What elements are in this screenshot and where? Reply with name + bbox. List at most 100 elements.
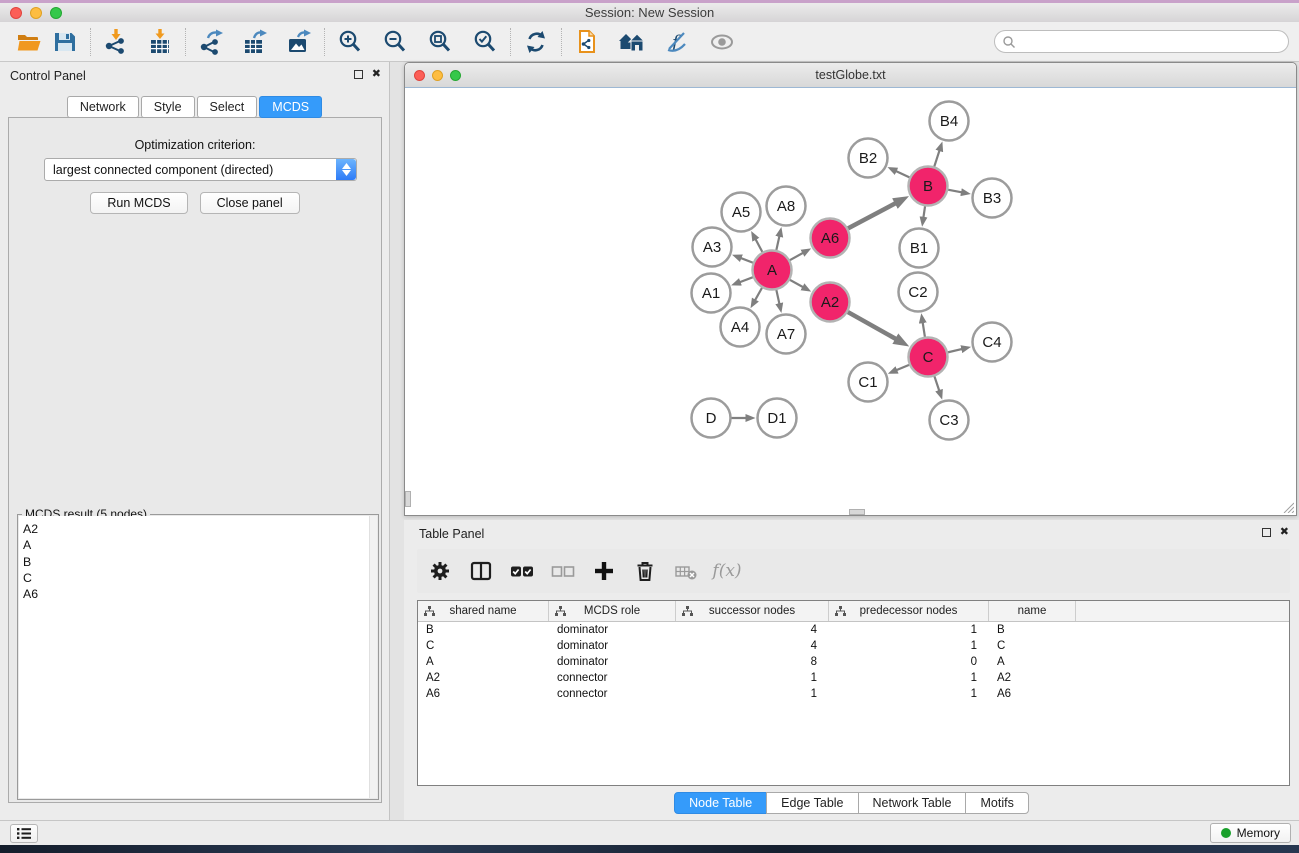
criterion-value: largest connected component (directed) <box>45 163 336 177</box>
save-session-button[interactable] <box>50 27 80 57</box>
graph-edge-A6-B[interactable] <box>845 203 896 230</box>
graph-node-D[interactable]: D <box>692 399 731 438</box>
delete-table-button[interactable] <box>673 558 699 584</box>
table-tab-network-table[interactable]: Network Table <box>858 792 967 814</box>
graph-node-A7[interactable]: A7 <box>767 315 806 354</box>
refresh-button[interactable] <box>521 27 551 57</box>
export-image-icon <box>286 29 312 55</box>
table-tab-motifs[interactable]: Motifs <box>965 792 1028 814</box>
column-header-MCDS-role[interactable]: MCDS role <box>549 601 676 621</box>
tab-mcds[interactable]: MCDS <box>259 96 322 118</box>
search-input[interactable] <box>1016 35 1288 49</box>
graph-node-B1[interactable]: B1 <box>900 229 939 268</box>
criterion-dropdown[interactable]: largest connected component (directed) <box>44 158 357 181</box>
graph-node-C1[interactable]: C1 <box>849 363 888 402</box>
graph-node-C3[interactable]: C3 <box>930 401 969 440</box>
function-builder-button[interactable]: f(x) <box>714 558 740 584</box>
horizontal-scrollbar-thumb[interactable] <box>849 509 865 515</box>
search-box[interactable] <box>994 30 1289 53</box>
tab-style[interactable]: Style <box>141 96 195 118</box>
network-canvas[interactable]: B4 B2 B B3 A8A5 A6 B1 A3 A C2 A1 A2 A4A7 C4 C C1 C3 D D1 <box>405 89 1296 515</box>
mcds-result-item[interactable]: A2 <box>23 521 38 537</box>
graph-node-A6[interactable]: A6 <box>811 219 850 258</box>
zoom-out-button[interactable] <box>380 27 410 57</box>
mcds-result-item[interactable]: C <box>23 570 38 586</box>
graph-node-B2[interactable]: B2 <box>849 139 888 178</box>
add-column-button[interactable] <box>591 558 617 584</box>
network-window-titlebar[interactable]: testGlobe.txt <box>405 63 1296 88</box>
memory-button[interactable]: Memory <box>1210 823 1291 843</box>
graph-node-A4[interactable]: A4 <box>721 308 760 347</box>
table-header-row: shared nameMCDS rolesuccessor nodesprede… <box>418 601 1289 622</box>
table-settings-button[interactable] <box>427 558 453 584</box>
graph-node-B3[interactable]: B3 <box>973 179 1012 218</box>
graph-node-B[interactable]: B <box>909 167 948 206</box>
run-mcds-button[interactable]: Run MCDS <box>90 192 187 214</box>
vertical-scrollbar-thumb[interactable] <box>405 491 411 507</box>
close-panel-icon[interactable]: ✖ <box>372 69 381 80</box>
graph-node-C[interactable]: C <box>909 338 948 377</box>
graph-node-C2[interactable]: C2 <box>899 273 938 312</box>
graph-node-A5[interactable]: A5 <box>722 193 761 232</box>
home-networks-button[interactable] <box>617 27 647 57</box>
table-row[interactable]: Cdominator41C <box>418 638 1289 654</box>
table-row[interactable]: Adominator80A <box>418 654 1289 670</box>
table-tab-node-table[interactable]: Node Table <box>674 792 767 814</box>
table-row[interactable]: Bdominator41B <box>418 622 1289 638</box>
graph-node-C4[interactable]: C4 <box>973 323 1012 362</box>
deselect-all-icon <box>551 560 575 582</box>
open-file-button[interactable] <box>14 27 44 57</box>
export-image-button[interactable] <box>284 27 314 57</box>
graph-node-A3[interactable]: A3 <box>693 228 732 267</box>
table-row[interactable]: A6connector11A6 <box>418 686 1289 702</box>
shared-column-icon <box>555 606 566 616</box>
mcds-result-item[interactable]: A <box>23 537 38 553</box>
graph-node-A8[interactable]: A8 <box>767 187 806 226</box>
show-panels-button[interactable] <box>10 824 38 843</box>
column-header-predecessor-nodes[interactable]: predecessor nodes <box>829 601 989 621</box>
column-header-successor-nodes[interactable]: successor nodes <box>676 601 829 621</box>
select-all-button[interactable] <box>509 558 535 584</box>
graph-node-A[interactable]: A <box>753 251 792 290</box>
zoom-fit-button[interactable] <box>425 27 455 57</box>
column-header-shared-name[interactable]: shared name <box>418 601 549 621</box>
tab-network[interactable]: Network <box>67 96 139 118</box>
resize-grip-icon[interactable] <box>1282 501 1294 513</box>
table-cell: A <box>989 654 1076 670</box>
export-table-button[interactable] <box>240 27 270 57</box>
graph-edge-A2-C[interactable] <box>845 311 897 340</box>
svg-text:C3: C3 <box>939 412 958 429</box>
split-table-button[interactable] <box>468 558 494 584</box>
table-cell: 1 <box>829 670 989 686</box>
graph-node-D1[interactable]: D1 <box>758 399 797 438</box>
column-header-name[interactable]: name <box>989 601 1076 621</box>
graph-node-A1[interactable]: A1 <box>692 274 731 313</box>
svg-text:D: D <box>706 410 717 427</box>
search-icon <box>1002 35 1016 49</box>
shared-column-icon <box>424 606 435 616</box>
show-hide-button[interactable] <box>707 27 737 57</box>
zoom-selected-icon <box>472 29 498 55</box>
float-panel-icon[interactable] <box>354 70 363 79</box>
hide-labels-button[interactable]: f <box>662 27 692 57</box>
graph-node-A2[interactable]: A2 <box>811 283 850 322</box>
scrollbar[interactable] <box>369 516 377 798</box>
delete-column-button[interactable] <box>632 558 658 584</box>
table-tab-edge-table[interactable]: Edge Table <box>766 792 858 814</box>
clone-network-button[interactable] <box>572 27 602 57</box>
deselect-all-button[interactable] <box>550 558 576 584</box>
table-row[interactable]: A2connector11A2 <box>418 670 1289 686</box>
export-network-button[interactable] <box>196 27 226 57</box>
graph-node-B4[interactable]: B4 <box>930 102 969 141</box>
float-panel-icon[interactable] <box>1262 528 1271 537</box>
shared-column-icon <box>682 606 693 616</box>
mcds-result-item[interactable]: A6 <box>23 586 38 602</box>
zoom-selected-button[interactable] <box>470 27 500 57</box>
tab-select[interactable]: Select <box>197 96 258 118</box>
import-table-button[interactable] <box>145 27 175 57</box>
close-panel-icon[interactable]: ✖ <box>1280 527 1289 538</box>
zoom-in-button[interactable] <box>335 27 365 57</box>
close-panel-button[interactable]: Close panel <box>200 192 300 214</box>
import-network-button[interactable] <box>101 27 131 57</box>
mcds-result-item[interactable]: B <box>23 554 38 570</box>
